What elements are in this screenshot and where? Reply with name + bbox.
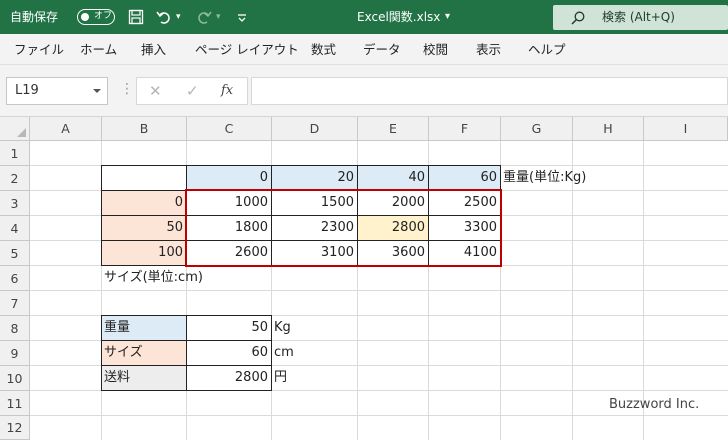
redo-icon[interactable] <box>196 9 212 25</box>
row-header-3[interactable]: 3 <box>0 191 30 216</box>
tab-insert[interactable]: 挿入 <box>141 34 166 65</box>
tab-formulas[interactable]: 数式 <box>311 34 336 65</box>
cell-b5[interactable]: 100 <box>101 241 187 265</box>
cell-b10[interactable]: 送料 <box>101 366 187 390</box>
row-header-2[interactable]: 2 <box>0 166 30 191</box>
column-header-c[interactable]: C <box>187 117 272 141</box>
tab-file[interactable]: ファイル <box>14 34 64 65</box>
tab-home[interactable]: ホーム <box>80 34 117 65</box>
cell-c10[interactable]: 2800 <box>186 366 272 390</box>
cell-d10[interactable]: 円 <box>271 366 287 390</box>
search-icon <box>571 11 585 25</box>
cell-b8[interactable]: 重量 <box>101 316 187 340</box>
autosave-label: 自動保存 <box>10 10 59 24</box>
cell-b2[interactable] <box>101 165 187 191</box>
gridline <box>30 290 728 291</box>
customize-icon[interactable] <box>234 9 250 25</box>
cell-e2[interactable]: 40 <box>357 166 429 190</box>
cell-c9[interactable]: 60 <box>186 341 272 365</box>
row-header-8[interactable]: 8 <box>0 316 30 341</box>
row-header-11[interactable]: 11 <box>0 391 30 416</box>
cell-f2[interactable]: 60 <box>428 166 501 190</box>
save-icon[interactable] <box>128 9 144 25</box>
formula-input[interactable] <box>251 77 728 105</box>
cell-b3[interactable]: 0 <box>101 191 187 215</box>
search-placeholder: 検索 (Alt+Q) <box>602 10 675 24</box>
enter-icon[interactable]: ✓ <box>186 78 199 104</box>
formula-bar-grip-icon: ⋮ <box>120 81 134 97</box>
select-all-button[interactable] <box>0 117 30 141</box>
watermark: Buzzword Inc. <box>609 397 700 412</box>
cell-c8[interactable]: 50 <box>186 316 272 340</box>
row-header-5[interactable]: 5 <box>0 241 30 266</box>
name-box[interactable]: L19 <box>6 77 108 105</box>
column-header-b[interactable]: B <box>102 117 187 141</box>
name-box-value: L19 <box>15 83 39 98</box>
row-header-6[interactable]: 6 <box>0 266 30 291</box>
cell-b6[interactable]: サイズ(単位:cm) <box>101 266 203 290</box>
column-header-h[interactable]: H <box>573 117 644 141</box>
ribbon-tabs: ファイル ホーム 挿入 ページ レイアウト 数式 データ 校閲 表示 ヘルプ <box>0 34 728 65</box>
column-header-e[interactable]: E <box>358 117 429 141</box>
column-header-d[interactable]: D <box>272 117 358 141</box>
cell-d8[interactable]: Kg <box>271 316 291 340</box>
cell-d9[interactable]: cm <box>271 341 294 365</box>
column-header-f[interactable]: F <box>429 117 501 141</box>
row-header-7[interactable]: 7 <box>0 291 30 316</box>
column-header-a[interactable]: A <box>30 117 102 141</box>
autosave-state: オフ <box>94 11 113 21</box>
range-highlight <box>185 189 502 267</box>
row-header-4[interactable]: 4 <box>0 216 30 241</box>
tab-help[interactable]: ヘルプ <box>528 34 566 65</box>
row-header-12[interactable]: 12 <box>0 416 30 440</box>
formula-buttons: ✕ ✓ fx <box>136 77 248 105</box>
tab-data[interactable]: データ <box>363 34 401 65</box>
undo-dropdown-icon[interactable]: ▾ <box>176 0 181 34</box>
autosave-toggle[interactable]: オフ <box>77 9 115 25</box>
insert-function-icon[interactable]: fx <box>221 78 233 104</box>
chevron-down-icon[interactable] <box>93 89 101 93</box>
lookup-table-border <box>186 315 187 391</box>
file-name-dropdown-icon[interactable]: ▾ <box>445 0 450 34</box>
column-header-i[interactable]: I <box>644 117 728 141</box>
cell-c2[interactable]: 0 <box>186 166 272 190</box>
tab-view[interactable]: 表示 <box>476 34 501 65</box>
gridline <box>30 390 728 391</box>
cell-b4[interactable]: 50 <box>101 216 187 240</box>
cancel-icon[interactable]: ✕ <box>149 78 162 104</box>
tab-review[interactable]: 校閲 <box>423 34 448 65</box>
toggle-knob <box>81 13 89 21</box>
lookup-table-border <box>101 365 272 366</box>
file-name[interactable]: Excel関数.xlsx <box>357 0 440 34</box>
row-header-9[interactable]: 9 <box>0 341 30 366</box>
undo-icon[interactable] <box>156 9 172 25</box>
row-header-1[interactable]: 1 <box>0 141 30 166</box>
tab-page-layout[interactable]: ページ レイアウト <box>195 34 299 65</box>
title-bar: 自動保存 オフ ▾ ▾ Excel関数.xlsx ▾ 検索 (Alt+Q) <box>0 0 728 34</box>
lookup-table-border <box>101 340 272 341</box>
cell-b9[interactable]: サイズ <box>101 341 187 365</box>
row-header-10[interactable]: 10 <box>0 366 30 391</box>
cell-d2[interactable]: 20 <box>271 166 358 190</box>
cell-g2[interactable]: 重量(単位:Kg) <box>500 166 586 190</box>
gridline <box>30 415 728 416</box>
column-header-g[interactable]: G <box>501 117 573 141</box>
formula-bar: L19 ⋮ ✕ ✓ fx <box>0 65 728 117</box>
redo-dropdown-icon[interactable]: ▾ <box>216 0 221 34</box>
worksheet-grid[interactable]: A B C D E F G H I 1 2 3 4 5 6 7 8 9 10 1… <box>0 117 728 440</box>
search-box[interactable]: 検索 (Alt+Q) <box>553 5 728 30</box>
